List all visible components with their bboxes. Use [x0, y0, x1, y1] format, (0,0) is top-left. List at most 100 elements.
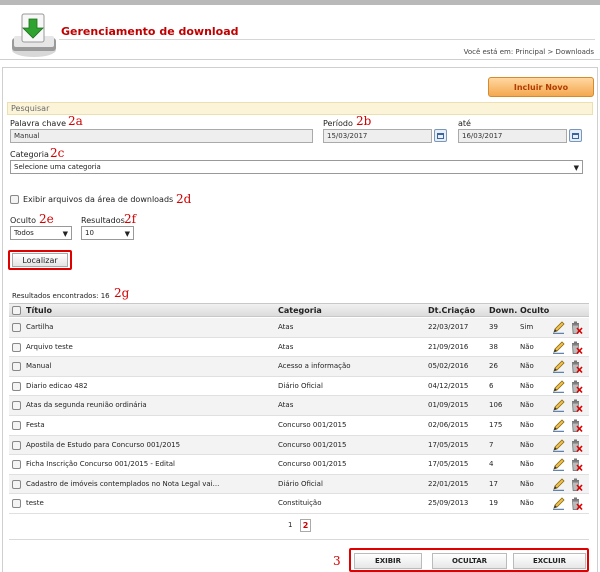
calendar-icon[interactable]: [569, 129, 582, 142]
row-downloads: 6: [489, 381, 494, 390]
row-hidden: Sim: [520, 323, 534, 331]
row-hidden: Não: [520, 381, 534, 390]
row-hidden: Não: [520, 440, 534, 449]
show-button[interactable]: EXIBIR: [354, 553, 422, 569]
row-downloads: 38: [489, 342, 498, 351]
pencil-icon[interactable]: [552, 457, 565, 471]
row-category: Diário Oficial: [278, 479, 323, 488]
pencil-icon[interactable]: [552, 398, 565, 413]
row-category: Atas: [278, 323, 294, 331]
hidden-label: Oculto: [10, 216, 37, 225]
pencil-icon[interactable]: [552, 438, 565, 452]
row-hidden: Não: [520, 499, 534, 508]
period-to-input[interactable]: 16/03/2017: [458, 129, 567, 143]
find-button[interactable]: Localizar: [12, 253, 68, 267]
row-date: 04/12/2015: [428, 381, 469, 390]
download-drive-icon: [12, 13, 56, 57]
trash-x-icon[interactable]: [569, 340, 583, 355]
row-checkbox[interactable]: [12, 440, 21, 450]
search-section-title: Pesquisar: [7, 102, 593, 115]
col-date[interactable]: Dt.Criação: [428, 306, 475, 315]
new-download-button[interactable]: Incluir Novo: [488, 77, 594, 97]
trash-x-icon[interactable]: [569, 477, 583, 492]
row-title: Arquivo teste: [26, 342, 73, 351]
hidden-select[interactable]: Todos ▼: [10, 226, 72, 240]
row-checkbox[interactable]: [12, 323, 21, 332]
table-row: Diario edicao 482 Diário Oficial 04/12/201…: [9, 377, 589, 397]
pencil-icon[interactable]: [552, 496, 565, 511]
page-2-link[interactable]: 2: [300, 519, 311, 532]
row-category: Concurso 001/2015: [278, 440, 347, 449]
pencil-icon[interactable]: [552, 379, 565, 393]
select-all-checkbox[interactable]: [12, 306, 21, 315]
col-hidden[interactable]: Oculto: [520, 306, 549, 315]
row-title: Ficha Inscrição Concurso 001/2015 - Edit…: [26, 460, 175, 469]
trash-x-icon[interactable]: [569, 438, 583, 453]
category-label: Categoria: [10, 150, 49, 159]
row-category: Constituição: [278, 499, 322, 508]
row-hidden: Não: [520, 362, 534, 371]
table-row: teste Constituição 25/09/2013 19 Não: [9, 494, 589, 514]
calendar-icon[interactable]: [434, 129, 447, 142]
row-checkbox[interactable]: [12, 421, 21, 430]
row-title: Diario edicao 482: [26, 381, 88, 390]
page-1-link[interactable]: 1: [288, 521, 292, 529]
row-checkbox[interactable]: [12, 499, 21, 509]
keyword-label: Palavra chave: [10, 119, 66, 128]
results-found: Resultados encontrados: 16: [12, 292, 110, 300]
table-row: Ficha Inscrição Concurso 001/2015 - Edit…: [9, 455, 589, 475]
row-date: 01/09/2015: [428, 401, 469, 410]
row-date: 21/09/2016: [428, 342, 469, 351]
col-title[interactable]: Título: [26, 306, 52, 315]
row-checkbox[interactable]: [12, 342, 21, 352]
row-checkbox[interactable]: [12, 460, 21, 470]
row-date: 17/05/2015: [428, 460, 469, 469]
hide-button[interactable]: OCULTAR: [432, 553, 507, 569]
row-title: Festa: [26, 421, 45, 429]
trash-x-icon[interactable]: [569, 457, 583, 472]
results-label: Resultados: [81, 216, 125, 225]
chevron-down-icon: ▼: [573, 164, 579, 172]
pencil-icon[interactable]: [552, 320, 565, 334]
row-checkbox[interactable]: [12, 362, 21, 372]
delete-button[interactable]: EXCLUIR: [513, 553, 586, 569]
row-title: Manual: [26, 362, 52, 371]
trash-x-icon[interactable]: [569, 398, 583, 413]
row-checkbox[interactable]: [12, 401, 21, 411]
period-from-input[interactable]: 15/03/2017: [323, 129, 432, 143]
show-files-checkbox[interactable]: [10, 195, 19, 204]
pencil-icon[interactable]: [552, 418, 565, 432]
row-category: Concurso 001/2015: [278, 460, 347, 469]
row-title: teste: [26, 499, 44, 508]
row-downloads: 39: [489, 323, 498, 331]
trash-x-icon[interactable]: [569, 359, 583, 374]
annotation-2f: 2f: [124, 212, 137, 226]
trash-x-icon[interactable]: [569, 379, 583, 394]
bottom-divider: [9, 539, 589, 540]
row-title: Apostila de Estudo para Concurso 001/201…: [26, 440, 181, 449]
row-downloads: 7: [489, 440, 494, 449]
category-select[interactable]: Selecione uma categoria ▼: [10, 160, 583, 174]
chevron-down-icon: ▼: [62, 230, 68, 238]
pencil-icon[interactable]: [552, 477, 565, 491]
page-title: Gerenciamento de download: [61, 25, 239, 38]
col-downloads[interactable]: Down.: [489, 306, 517, 315]
trash-x-icon[interactable]: [569, 320, 583, 335]
results-select[interactable]: 10 ▼: [81, 226, 134, 240]
pencil-icon[interactable]: [552, 340, 565, 354]
header-divider: [59, 39, 595, 40]
col-category[interactable]: Categoria: [278, 306, 322, 315]
row-checkbox[interactable]: [12, 381, 21, 391]
annotation-3: 3: [333, 554, 341, 568]
annotation-2g: 2g: [114, 286, 130, 300]
trash-x-icon[interactable]: [569, 496, 583, 511]
row-hidden: Não: [520, 479, 534, 488]
table-header: Título Categoria Dt.Criação Down. Oculto: [9, 303, 589, 317]
row-hidden: Não: [520, 401, 534, 410]
trash-x-icon[interactable]: [569, 418, 583, 433]
pencil-icon[interactable]: [552, 359, 565, 373]
table-row: Festa Concurso 001/2015 02/06/2015 175 Não: [9, 416, 589, 436]
row-checkbox[interactable]: [12, 479, 21, 489]
keyword-input[interactable]: Manual: [10, 129, 313, 143]
row-date: 22/01/2015: [428, 479, 469, 488]
